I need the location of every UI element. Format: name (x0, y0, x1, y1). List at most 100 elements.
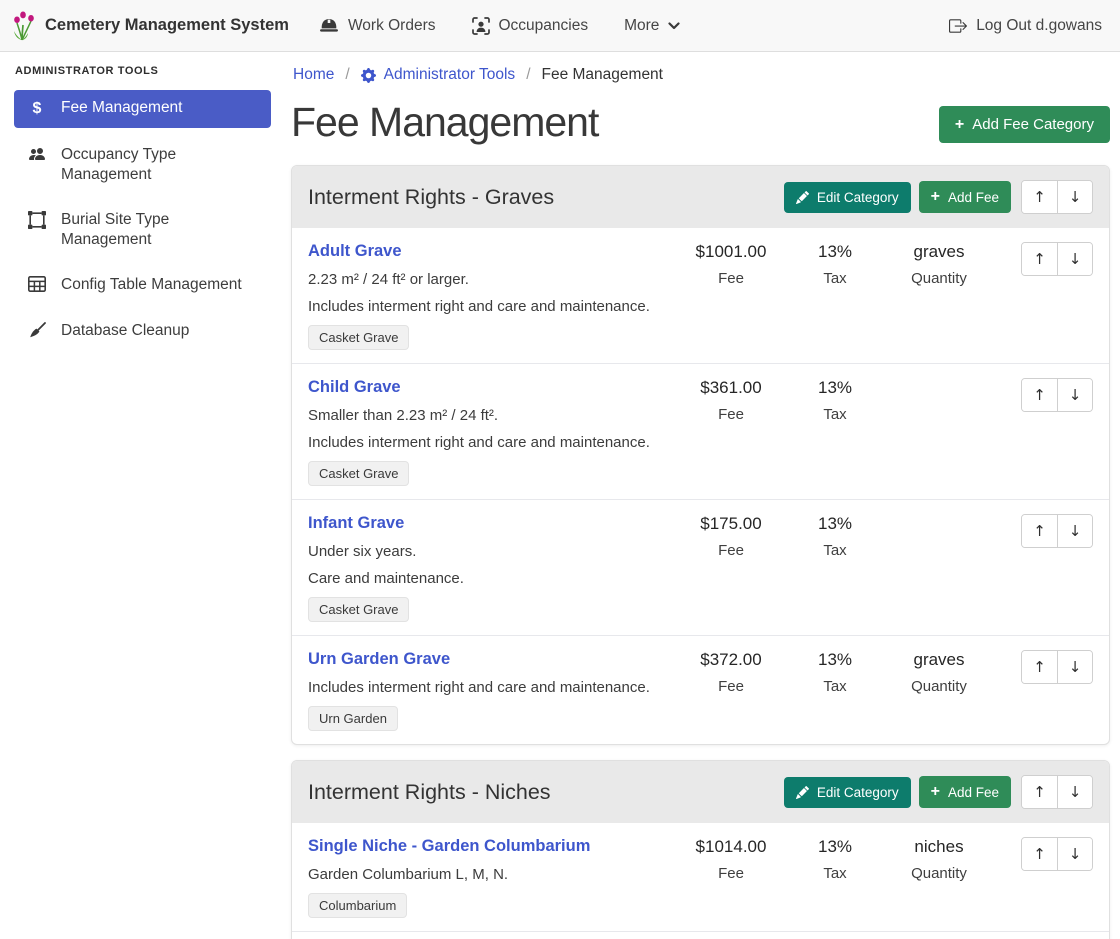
sidebar-item-label: Fee Management (61, 98, 183, 118)
move-down-button[interactable]: ↓ (1057, 515, 1092, 547)
sidebar-item-burial-site-type[interactable]: Burial Site Type Management (14, 202, 271, 258)
move-up-button[interactable]: ↑ (1022, 379, 1057, 411)
sidebar-item-label: Burial Site Type Management (61, 210, 256, 250)
fee-type-badge: Casket Grave (308, 461, 409, 486)
sidebar-item-label: Occupancy Type Management (61, 145, 256, 185)
tax-value: 13% (783, 378, 887, 398)
breadcrumb-home-link[interactable]: Home (293, 66, 334, 84)
fee-name-link[interactable]: Infant Grave (308, 514, 404, 532)
fee-reorder-controls: ↑ ↓ (1021, 650, 1093, 684)
fee-reorder-controls: ↑ ↓ (1021, 837, 1093, 871)
edit-category-button[interactable]: Edit Category (784, 182, 911, 213)
fee-type-badge: Columbarium (308, 893, 407, 918)
fee-stat: $1001.00 Fee (679, 242, 783, 287)
move-up-button[interactable]: ↑ (1022, 838, 1057, 870)
tax-label: Tax (783, 678, 887, 695)
category-header: Interment Rights - Graves Edit Category … (292, 166, 1109, 228)
breadcrumb-separator: / (526, 66, 530, 84)
sidebar-item-config-table[interactable]: Config Table Management (14, 267, 271, 303)
nav-occupancies[interactable]: Occupancies (472, 17, 589, 35)
nav-more[interactable]: More (624, 17, 680, 35)
fee-description: Includes interment right and care and ma… (308, 298, 671, 315)
fee-stat: $372.00 Fee (679, 650, 783, 695)
move-up-button[interactable]: ↑ (1022, 651, 1057, 683)
breadcrumb: Home / Administrator Tools / Fee Managem… (293, 66, 1110, 84)
nav-occupancies-label: Occupancies (499, 17, 589, 35)
brand[interactable]: Cemetery Management System (10, 11, 289, 41)
sidebar-item-fee-management[interactable]: $ Fee Management (14, 90, 271, 128)
plus-icon: + (931, 784, 940, 800)
fee-name-link[interactable]: Adult Grave (308, 242, 402, 260)
quantity-label: Quantity (887, 270, 991, 287)
fee-amount-label: Fee (679, 865, 783, 882)
logout-button[interactable]: Log Out d.gowans (949, 17, 1102, 35)
tax-value: 13% (783, 837, 887, 857)
tulip-logo-icon (10, 11, 36, 41)
tax-label: Tax (783, 270, 887, 287)
category-card-niches: Interment Rights - Niches Edit Category … (291, 760, 1110, 939)
move-down-button[interactable]: ↓ (1057, 379, 1092, 411)
person-badge-icon (472, 17, 490, 35)
add-fee-button[interactable]: + Add Fee (919, 776, 1011, 808)
fee-description: 2.23 m² / 24 ft² or larger. (308, 271, 671, 288)
fee-row: Child Grave Smaller than 2.23 m² / 24 ft… (292, 364, 1109, 500)
fee-amount-label: Fee (679, 270, 783, 287)
add-fee-label: Add Fee (948, 785, 999, 800)
tax-stat: 13% Tax (783, 378, 887, 423)
add-fee-button[interactable]: + Add Fee (919, 181, 1011, 213)
move-up-button[interactable]: ↑ (1022, 515, 1057, 547)
brand-title: Cemetery Management System (45, 16, 289, 35)
edit-category-button[interactable]: Edit Category (784, 777, 911, 808)
broom-icon (26, 322, 48, 340)
title-row: Fee Management + Add Fee Category (291, 100, 1110, 145)
pencil-icon (796, 191, 809, 204)
fee-reorder-controls: ↑ ↓ (1021, 378, 1093, 412)
breadcrumb-admin-tools-label: Administrator Tools (384, 66, 516, 84)
plus-icon: + (931, 189, 940, 205)
quantity-label: Quantity (887, 678, 991, 695)
pencil-icon (796, 786, 809, 799)
fee-name-link[interactable]: Child Grave (308, 378, 401, 396)
fee-row: Urn Garden Grave Includes interment righ… (292, 636, 1109, 744)
add-fee-category-button[interactable]: + Add Fee Category (939, 106, 1110, 143)
page-title: Fee Management (291, 100, 598, 145)
sidebar-item-database-cleanup[interactable]: Database Cleanup (14, 313, 271, 349)
chevron-down-icon (668, 22, 680, 30)
edit-category-label: Edit Category (817, 190, 899, 205)
fee-name-link[interactable]: Urn Garden Grave (308, 650, 450, 668)
move-down-button[interactable]: ↓ (1057, 776, 1092, 808)
tax-stat: 13% Tax (783, 650, 887, 695)
nav-work-orders[interactable]: Work Orders (319, 17, 436, 35)
fee-details: Urn Garden Grave Includes interment righ… (308, 650, 679, 731)
move-up-button[interactable]: ↑ (1022, 776, 1057, 808)
breadcrumb-separator: / (345, 66, 349, 84)
sidebar-item-occupancy-type[interactable]: Occupancy Type Management (14, 137, 271, 193)
nav-work-orders-label: Work Orders (348, 17, 436, 35)
category-title: Interment Rights - Graves (308, 185, 776, 210)
breadcrumb-admin-tools-link[interactable]: Administrator Tools (361, 66, 516, 84)
tax-stat: 13% Tax (783, 514, 887, 559)
fee-reorder-controls: ↑ ↓ (1021, 242, 1093, 276)
quantity-value: niches (887, 837, 991, 857)
fee-name-link[interactable]: Single Niche - Garden Columbarium (308, 837, 590, 855)
fee-amount-label: Fee (679, 542, 783, 559)
category-card-graves: Interment Rights - Graves Edit Category … (291, 165, 1110, 745)
nav-more-label: More (624, 17, 659, 35)
quantity-value: graves (887, 650, 991, 670)
logout-label: Log Out d.gowans (976, 17, 1102, 35)
move-up-button[interactable]: ↑ (1022, 181, 1057, 213)
move-down-button[interactable]: ↓ (1057, 243, 1092, 275)
sidebar-heading: ADMINISTRATOR TOOLS (15, 65, 271, 77)
add-fee-label: Add Fee (948, 190, 999, 205)
move-down-button[interactable]: ↓ (1057, 838, 1092, 870)
nav-links: Work Orders Occupancies More (319, 17, 681, 35)
fee-amount: $175.00 (679, 514, 783, 534)
sidebar-item-label: Database Cleanup (61, 321, 189, 341)
tax-label: Tax (783, 865, 887, 882)
move-up-button[interactable]: ↑ (1022, 243, 1057, 275)
move-down-button[interactable]: ↓ (1057, 651, 1092, 683)
move-down-button[interactable]: ↓ (1057, 181, 1092, 213)
tax-value: 13% (783, 514, 887, 534)
breadcrumb-current: Fee Management (542, 66, 664, 84)
fee-stat: $361.00 Fee (679, 378, 783, 423)
